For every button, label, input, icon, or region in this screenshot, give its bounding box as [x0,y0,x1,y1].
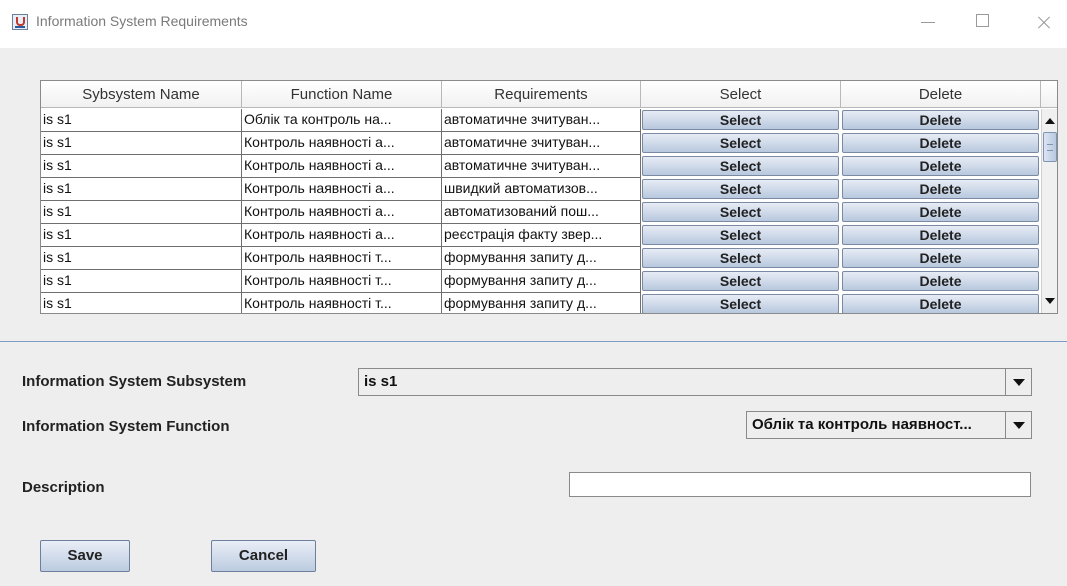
cell-subsystem[interactable]: is s1 [41,270,242,293]
column-header-subsystem[interactable]: Sybsystem Name [41,81,242,108]
delete-button[interactable]: Delete [842,156,1039,176]
minimize-icon[interactable] [915,8,943,36]
save-button[interactable]: Save [40,540,130,572]
table-row[interactable]: is s1 Контроль наявності т... формування… [41,247,1041,270]
section-divider [0,341,1067,342]
delete-button[interactable]: Delete [842,294,1039,313]
function-label: Information System Function [22,418,230,435]
maximize-icon[interactable] [969,8,997,36]
cell-subsystem[interactable]: is s1 [41,201,242,224]
scroll-up-arrow-icon[interactable] [1042,114,1057,130]
cell-function[interactable]: Контроль наявності т... [242,270,442,293]
cell-requirement[interactable]: формування запиту д... [442,293,641,313]
cell-function[interactable]: Контроль наявності т... [242,293,442,313]
table-row[interactable]: is s1 Контроль наявності т... формування… [41,293,1041,313]
cell-requirement[interactable]: формування запиту д... [442,247,641,270]
table-row[interactable]: is s1 Облік та контроль на... автоматичн… [41,109,1041,132]
scroll-down-arrow-icon[interactable] [1042,293,1057,309]
cell-function[interactable]: Контроль наявності а... [242,155,442,178]
close-icon[interactable] [1030,8,1058,36]
select-button[interactable]: Select [642,294,839,313]
table-row[interactable]: is s1 Контроль наявності а... реєстрація… [41,224,1041,247]
cell-function[interactable]: Контроль наявності а... [242,201,442,224]
table-row[interactable]: is s1 Контроль наявності а... автоматичн… [41,132,1041,155]
chevron-down-icon[interactable] [1005,412,1031,438]
requirements-table: Sybsystem Name Function Name Requirement… [40,80,1058,314]
cell-subsystem[interactable]: is s1 [41,247,242,270]
select-button[interactable]: Select [642,156,839,176]
title-bar: Information System Requirements [0,0,1067,48]
delete-button[interactable]: Delete [842,133,1039,153]
subsystem-selected-value: is s1 [364,373,398,390]
column-header-function[interactable]: Function Name [242,81,442,108]
select-button[interactable]: Select [642,248,839,268]
cell-requirement[interactable]: автоматизований пош... [442,201,641,224]
cell-requirement[interactable]: автоматичне зчитуван... [442,155,641,178]
cell-subsystem[interactable]: is s1 [41,132,242,155]
header-corner [1041,81,1057,108]
description-label: Description [22,479,105,496]
function-selected-value: Облік та контроль наявност... [752,416,972,433]
cell-subsystem[interactable]: is s1 [41,224,242,247]
delete-button[interactable]: Delete [842,202,1039,222]
cell-function[interactable]: Контроль наявності а... [242,178,442,201]
select-button[interactable]: Select [642,271,839,291]
select-button[interactable]: Select [642,133,839,153]
cell-requirement[interactable]: реєстрація факту звер... [442,224,641,247]
table-row[interactable]: is s1 Контроль наявності а... автоматизо… [41,201,1041,224]
select-button[interactable]: Select [642,225,839,245]
cell-function[interactable]: Контроль наявності а... [242,224,442,247]
cell-subsystem[interactable]: is s1 [41,155,242,178]
function-dropdown[interactable]: Облік та контроль наявност... [746,411,1032,439]
table-row[interactable]: is s1 Контроль наявності а... швидкий ав… [41,178,1041,201]
cell-subsystem[interactable]: is s1 [41,109,242,132]
cell-requirement[interactable]: швидкий автоматизов... [442,178,641,201]
table-vertical-scrollbar[interactable] [1041,109,1057,313]
delete-button[interactable]: Delete [842,110,1039,130]
delete-button[interactable]: Delete [842,179,1039,199]
table-row[interactable]: is s1 Контроль наявності т... формування… [41,270,1041,293]
delete-button[interactable]: Delete [842,225,1039,245]
subsystem-label: Information System Subsystem [22,373,247,390]
table-header: Sybsystem Name Function Name Requirement… [41,81,1057,108]
select-button[interactable]: Select [642,179,839,199]
table-row[interactable]: is s1 Контроль наявності а... автоматичн… [41,155,1041,178]
cell-function[interactable]: Облік та контроль на... [242,109,442,132]
cell-requirement[interactable]: автоматичне зчитуван... [442,132,641,155]
delete-button[interactable]: Delete [842,271,1039,291]
select-button[interactable]: Select [642,110,839,130]
select-button[interactable]: Select [642,202,839,222]
chevron-down-icon[interactable] [1005,369,1031,395]
subsystem-dropdown[interactable]: is s1 [358,368,1032,396]
cell-subsystem[interactable]: is s1 [41,178,242,201]
cell-requirement[interactable]: формування запиту д... [442,270,641,293]
description-field[interactable] [569,472,1031,497]
scrollbar-thumb[interactable] [1043,132,1057,162]
column-header-select[interactable]: Select [641,81,841,108]
column-header-delete[interactable]: Delete [841,81,1041,108]
cancel-button[interactable]: Cancel [211,540,316,572]
cell-function[interactable]: Контроль наявності а... [242,132,442,155]
window-title: Information System Requirements [36,13,248,29]
cell-function[interactable]: Контроль наявності т... [242,247,442,270]
cell-subsystem[interactable]: is s1 [41,293,242,313]
cell-requirement[interactable]: автоматичне зчитуван... [442,109,641,132]
delete-button[interactable]: Delete [842,248,1039,268]
column-header-requirements[interactable]: Requirements [442,81,641,108]
java-app-icon [12,14,28,30]
